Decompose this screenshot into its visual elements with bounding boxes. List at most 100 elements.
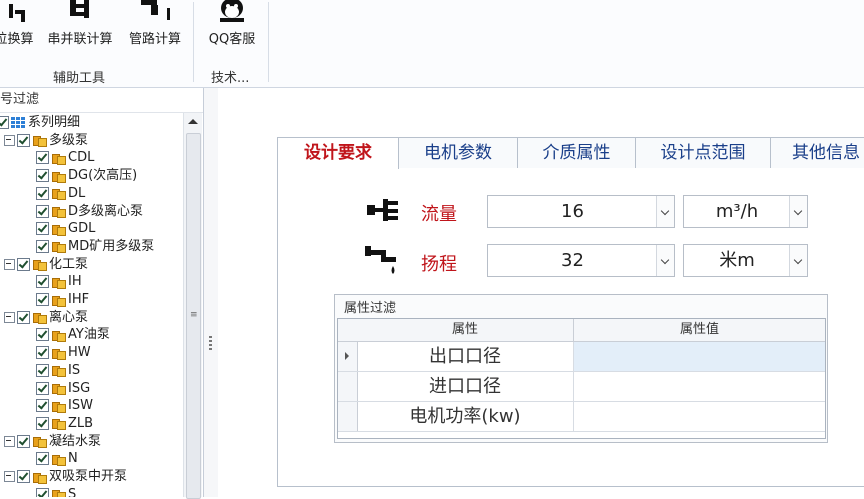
tab-motor-params[interactable]: 电机参数 <box>398 137 518 168</box>
tree-node[interactable]: ZLB <box>36 415 93 433</box>
collapse-icon[interactable] <box>4 311 15 323</box>
tree-node[interactable]: ISG <box>36 380 90 398</box>
column-header-attr[interactable]: 属性 <box>357 319 574 342</box>
flow-unit-combo[interactable]: m³/h <box>683 195 808 228</box>
tree-checkbox[interactable] <box>36 363 49 377</box>
tree-checkbox[interactable] <box>17 133 30 147</box>
tab-other-info[interactable]: 其他信息 <box>770 137 864 168</box>
panel-splitter[interactable] <box>204 88 218 497</box>
tree-node[interactable]: 系列明细 <box>0 114 80 132</box>
table-cell-attr: 电机功率(kw) <box>357 402 574 432</box>
tree-node-label: 多级泵 <box>49 132 89 148</box>
tree-checkbox[interactable] <box>36 381 49 395</box>
pipe-calc-button[interactable]: 管路计算 <box>127 0 183 48</box>
collapse-icon[interactable] <box>4 435 15 447</box>
tree-node[interactable]: DL <box>36 185 85 203</box>
tree-node[interactable]: IH <box>36 273 82 291</box>
head-unit-combo[interactable]: 米m <box>683 244 808 277</box>
tab-design-requirements[interactable]: 设计要求 <box>277 137 399 169</box>
pump-icon <box>51 276 66 289</box>
tree-checkbox[interactable] <box>17 434 30 448</box>
tree-node[interactable]: AY油泵 <box>36 326 110 344</box>
ribbon-separator <box>193 2 194 82</box>
tree-checkbox[interactable] <box>36 275 49 289</box>
tree-checkbox[interactable] <box>36 239 49 253</box>
tree-checkbox[interactable] <box>36 346 49 360</box>
collapse-icon[interactable] <box>4 471 15 482</box>
tree-node[interactable]: GDL <box>36 220 95 238</box>
series-parallel-button[interactable]: 串并联计算 <box>46 0 114 48</box>
table-cell-value[interactable] <box>574 402 825 432</box>
tree-node[interactable]: HW <box>36 344 91 362</box>
pump-icon <box>51 364 66 378</box>
tree-node[interactable]: S <box>36 486 76 497</box>
tree-node[interactable]: 双吸泵中开泵 <box>4 468 127 486</box>
tree-checkbox[interactable] <box>36 452 49 466</box>
tree-checkbox[interactable] <box>36 328 49 342</box>
tree-checkbox[interactable] <box>36 204 49 218</box>
collapse-icon[interactable] <box>4 258 15 270</box>
unit-conversion-button[interactable]: 位换算 <box>0 0 34 48</box>
qq-service-button[interactable]: QQ客服 <box>206 0 258 48</box>
tree-node[interactable]: DG(次高压) <box>36 167 137 185</box>
tree-node-label: 凝结水泵 <box>49 433 102 449</box>
tree-node-label: ISG <box>68 380 91 396</box>
tree-node[interactable]: N <box>36 450 78 468</box>
tree-node[interactable]: ISW <box>36 397 93 415</box>
chevron-down-icon[interactable] <box>789 245 807 276</box>
tree-node[interactable]: CDL <box>36 149 94 167</box>
tree-node[interactable]: 凝结水泵 <box>4 433 101 451</box>
qq-penguin-icon <box>206 0 258 24</box>
chevron-down-icon[interactable] <box>656 196 674 227</box>
chevron-down-icon[interactable] <box>789 196 807 227</box>
tree-node[interactable]: D多级离心泵 <box>36 203 143 221</box>
tree-checkbox[interactable] <box>36 222 49 236</box>
group-label-aux-tools: 辅助工具 <box>53 71 106 86</box>
tree-checkbox[interactable] <box>36 293 49 306</box>
tree-checkbox[interactable] <box>0 116 9 129</box>
series-tree[interactable]: 系列明细 多级泵 CDL DG(次高压) DL D多级离心泵 GDL MD矿用多级泵 化工泵 IH… <box>0 113 183 497</box>
tree-node[interactable]: 化工泵 <box>4 256 88 274</box>
table-cell-value[interactable] <box>574 372 825 402</box>
pump-icon <box>51 488 66 497</box>
row-header[interactable] <box>338 342 358 372</box>
tree-node-label: DG(次高压) <box>68 168 138 184</box>
tree-checkbox[interactable] <box>36 399 49 413</box>
tab-design-range[interactable]: 设计点范围 <box>635 137 771 168</box>
tree-checkbox[interactable] <box>36 416 49 430</box>
pump-icon <box>51 400 66 413</box>
tree-node[interactable]: IS <box>36 362 80 380</box>
chevron-down-icon[interactable] <box>656 245 674 276</box>
row-header[interactable] <box>338 402 358 432</box>
pump-icon <box>51 294 66 307</box>
tree-node-label: D多级离心泵 <box>68 203 144 219</box>
tree-node[interactable]: IHF <box>36 291 89 309</box>
tree-checkbox[interactable] <box>36 186 49 200</box>
tree-checkbox[interactable] <box>36 151 49 165</box>
tree-scrollbar[interactable]: ≡ <box>183 113 202 499</box>
table-cell-value[interactable] <box>574 342 825 372</box>
pipe-icon <box>127 0 183 24</box>
tree-node-label: ISW <box>68 398 93 414</box>
pump-icon <box>51 152 66 165</box>
scrollbar-thumb[interactable]: ≡ <box>186 133 201 499</box>
head-value: 32 <box>561 250 584 271</box>
flow-value: 16 <box>561 201 584 222</box>
tree-node[interactable]: 离心泵 <box>4 309 88 327</box>
column-header-value[interactable]: 属性值 <box>574 319 825 342</box>
scroll-up-icon[interactable] <box>188 119 198 124</box>
property-filter-table: 属性 属性值 出口口径 进口口径 电机功率(kw) <box>337 318 826 439</box>
tree-checkbox[interactable] <box>17 470 30 483</box>
tree-node[interactable]: 多级泵 <box>4 132 88 150</box>
tab-medium-props[interactable]: 介质属性 <box>517 137 636 168</box>
property-filter-title: 属性过滤 <box>344 301 397 316</box>
flow-value-combo[interactable]: 16 <box>487 195 675 228</box>
tree-checkbox[interactable] <box>36 169 49 183</box>
row-header[interactable] <box>338 372 358 402</box>
tree-checkbox[interactable] <box>17 310 30 324</box>
collapse-icon[interactable] <box>4 134 15 146</box>
tree-checkbox[interactable] <box>36 487 49 497</box>
head-value-combo[interactable]: 32 <box>487 244 675 277</box>
tree-checkbox[interactable] <box>17 257 30 271</box>
tree-node[interactable]: MD矿用多级泵 <box>36 238 154 256</box>
